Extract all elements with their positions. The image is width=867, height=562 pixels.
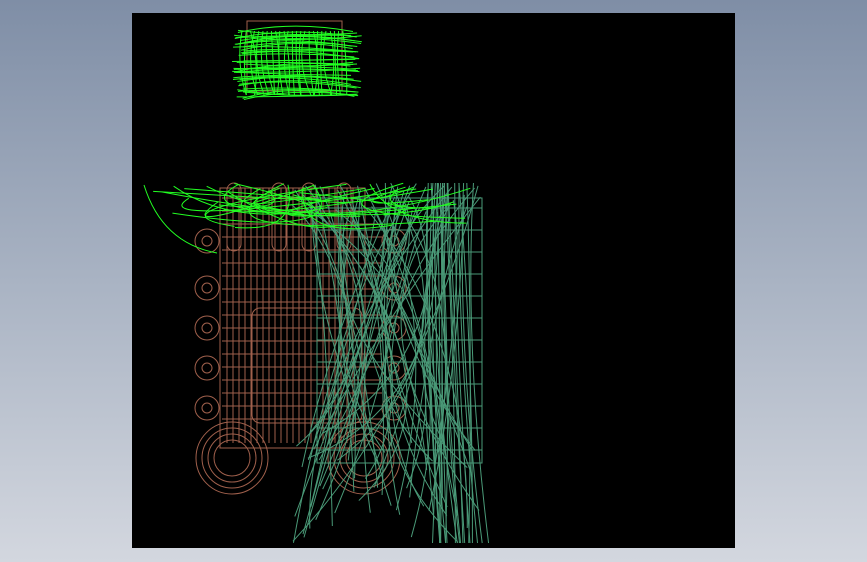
- bolt-hole: [201, 322, 213, 334]
- top-wireframe-part: [232, 20, 362, 101]
- bolt-circle: [194, 228, 220, 254]
- bolt-circle: [194, 395, 220, 421]
- cad-viewport[interactable]: [132, 13, 735, 548]
- top-part-wire: [238, 29, 358, 36]
- bolt-circle: [194, 315, 220, 341]
- bolt-hole: [201, 402, 213, 414]
- bolt-circle: [194, 275, 220, 301]
- guide-bushing-circle: [207, 433, 257, 483]
- bolt-hole: [201, 362, 213, 374]
- surface-curve: [390, 211, 427, 507]
- top-part-wire: [243, 30, 247, 96]
- surface-curve: [470, 182, 490, 544]
- guide-bushing-circle: [201, 427, 263, 489]
- bolt-hole: [201, 235, 213, 247]
- bolt-hole: [201, 282, 213, 294]
- bolt-circle: [194, 355, 220, 381]
- guide-bushing-circle: [213, 439, 251, 477]
- green-surface-curve: [369, 183, 467, 224]
- cad-wireframe-drawing: [143, 20, 490, 544]
